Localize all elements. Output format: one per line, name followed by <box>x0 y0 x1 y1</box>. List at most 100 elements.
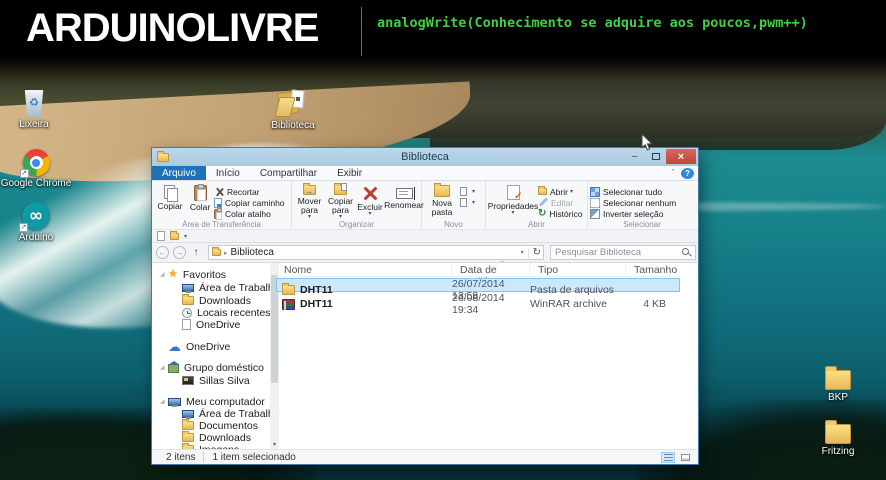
rename-icon <box>395 187 415 200</box>
address-bar: ← → ↑ ▸ Biblioteca ▾ ↻ <box>152 243 698 263</box>
desktop-icon-bkp[interactable]: BKP <box>812 366 864 403</box>
cloud-icon: ☁ <box>168 339 181 354</box>
new-folder-button[interactable]: Nova pasta <box>424 183 460 221</box>
button-label: Histórico <box>549 208 583 219</box>
new-item-button[interactable]: ▾ <box>460 186 475 197</box>
ribbon-group-clipboard: Copiar Colar Recortar Copiar caminho Col… <box>152 181 292 230</box>
computer-icon <box>168 397 181 407</box>
button-label: Copiar para <box>327 196 354 215</box>
sidebar-item-area-de-trabalho[interactable]: Área de Trabalho <box>152 281 280 294</box>
button-label: Recortar <box>227 186 260 197</box>
delete-button[interactable]: Excluir ▾ <box>356 183 384 221</box>
edit-button[interactable]: Editar <box>538 197 582 208</box>
button-label: Copiar <box>157 201 183 211</box>
expander-icon[interactable]: ◢ <box>160 365 165 371</box>
status-bar: 2 itens 1 item selecionado <box>152 449 698 464</box>
tab-compartilhar[interactable]: Compartilhar <box>250 166 327 180</box>
help-icon[interactable]: ? <box>681 168 694 179</box>
search-icon[interactable] <box>682 248 691 257</box>
forward-button[interactable]: → <box>173 246 186 259</box>
search-input[interactable] <box>551 247 671 258</box>
move-to-button[interactable]: → Mover para ▾ <box>294 183 325 221</box>
folder-icon <box>182 419 194 430</box>
details-view-button[interactable] <box>661 451 675 463</box>
desktop-icon-label: Lixeira <box>19 119 49 130</box>
banner-title: ARDUINOLIVRE <box>26 6 319 50</box>
edit-icon <box>538 198 548 208</box>
column-header-data[interactable]: Data de modificaç... <box>452 263 530 288</box>
history-button[interactable]: ↻ Histórico <box>538 208 582 219</box>
folder-quick-icon[interactable] <box>170 230 179 240</box>
sidebar-item-favoritos[interactable]: ◢ ★ Favoritos <box>152 268 226 281</box>
collapse-ribbon-icon[interactable]: ˆ <box>665 166 681 180</box>
file-date: 26/08/2014 19:34 <box>452 292 505 316</box>
customize-toolbar-icon[interactable]: ▾ <box>184 233 187 240</box>
desktop-icon-label: Google Chrome <box>0 178 72 189</box>
sidebar-item-label: Sillas Silva <box>199 374 250 387</box>
select-none-button[interactable]: Selecionar nenhum <box>590 197 676 208</box>
sidebar-item-grupo-domestico[interactable]: ◢ Grupo doméstico <box>152 361 264 374</box>
tab-inicio[interactable]: Início <box>206 166 250 180</box>
paste-shortcut-icon <box>214 207 222 220</box>
button-label: Inverter seleção <box>603 208 664 219</box>
close-button[interactable]: × <box>666 149 696 164</box>
back-button[interactable]: ← <box>156 246 169 259</box>
star-icon: ★ <box>168 268 178 280</box>
banner-code-text: analogWrite(Conhecimento se adquire aos … <box>377 15 808 31</box>
address-dropdown-icon[interactable]: ▾ <box>521 249 524 256</box>
select-none-icon <box>590 197 600 208</box>
titlebar[interactable]: Biblioteca – × <box>152 148 698 166</box>
dropdown-arrow-icon: ▾ <box>368 211 372 217</box>
folder-icon <box>825 420 851 444</box>
sidebar-item-sillas-silva[interactable]: Sillas Silva <box>152 374 250 387</box>
column-header-nome[interactable]: Nome <box>276 263 452 276</box>
group-label: Novo <box>444 220 463 229</box>
easy-access-button[interactable]: ▾ <box>460 197 475 208</box>
copy-path-button[interactable]: Copiar caminho <box>214 197 285 208</box>
thumbnails-view-button[interactable] <box>678 452 692 463</box>
wallpaper-rocks <box>430 78 886 150</box>
tab-arquivo[interactable]: Arquivo <box>152 166 206 180</box>
dropdown-arrow-icon: ▾ <box>472 200 476 206</box>
user-photo-icon <box>182 376 194 385</box>
explorer-window: Biblioteca – × Arquivo Início Compartilh… <box>152 148 698 464</box>
address-box[interactable]: ▸ Biblioteca ▾ ↻ <box>208 245 544 260</box>
column-header-tamanho[interactable]: Tamanho <box>626 263 677 276</box>
tab-exibir[interactable]: Exibir <box>327 166 372 180</box>
desktop-icon-fritzing[interactable]: Fritzing <box>810 420 866 457</box>
delete-x-icon <box>363 186 378 201</box>
desktop-icon-recycle-bin[interactable]: ♻ Lixeira <box>8 90 60 130</box>
desktop-icon-arduino[interactable]: ∞ ↗ Arduino <box>8 202 64 243</box>
ribbon: Copiar Colar Recortar Copiar caminho Col… <box>152 181 698 230</box>
sidebar-item-label: Downloads <box>199 431 251 444</box>
file-row-dht11-folder[interactable]: DHT11 26/07/2014 13:58 Pasta de arquivos <box>276 278 680 302</box>
breadcrumb-folder-icon <box>212 247 221 256</box>
sidebar-item-onedrive[interactable]: ☁ OneDrive <box>152 340 230 353</box>
move-to-icon: → <box>303 183 316 196</box>
open-button[interactable]: Abrir ▾ <box>538 186 582 197</box>
file-row-dht11-archive[interactable]: DHT11 26/08/2014 19:34 WinRAR archive 4 … <box>276 292 680 316</box>
refresh-icon[interactable]: ↻ <box>533 247 541 258</box>
button-label: Editar <box>551 197 574 208</box>
invert-selection-button[interactable]: Inverter seleção <box>590 208 676 219</box>
select-all-button[interactable]: Selecionar tudo <box>590 186 676 197</box>
group-label: Área de Transferência <box>182 220 261 229</box>
button-label: Selecionar nenhum <box>603 197 677 208</box>
column-header-tipo[interactable]: Tipo <box>530 263 626 276</box>
paste-button[interactable]: Colar <box>186 183 214 221</box>
expander-icon[interactable]: ◢ <box>160 272 165 278</box>
cut-button[interactable]: Recortar <box>214 186 285 197</box>
expander-icon[interactable]: ◢ <box>160 399 165 405</box>
breadcrumb[interactable]: Biblioteca <box>231 247 274 258</box>
paste-shortcut-button[interactable]: Colar atalho <box>214 207 285 220</box>
copy-to-button[interactable]: Copiar para ▾ <box>325 183 356 221</box>
rename-button[interactable]: Renomear <box>384 183 424 221</box>
copy-to-icon <box>334 183 347 195</box>
copy-button[interactable]: Copiar <box>154 183 186 221</box>
up-button[interactable]: ↑ <box>189 247 203 258</box>
properties-button[interactable]: ✓ Propriedades ▾ <box>488 183 538 221</box>
desktop-icon-google-chrome[interactable]: ↗ Google Chrome <box>1 149 71 189</box>
desktop-icon-biblioteca[interactable]: Biblioteca <box>260 88 326 131</box>
sidebar-item-onedrive-favorite[interactable]: OneDrive <box>152 318 240 331</box>
properties-quick-icon[interactable] <box>157 231 165 241</box>
